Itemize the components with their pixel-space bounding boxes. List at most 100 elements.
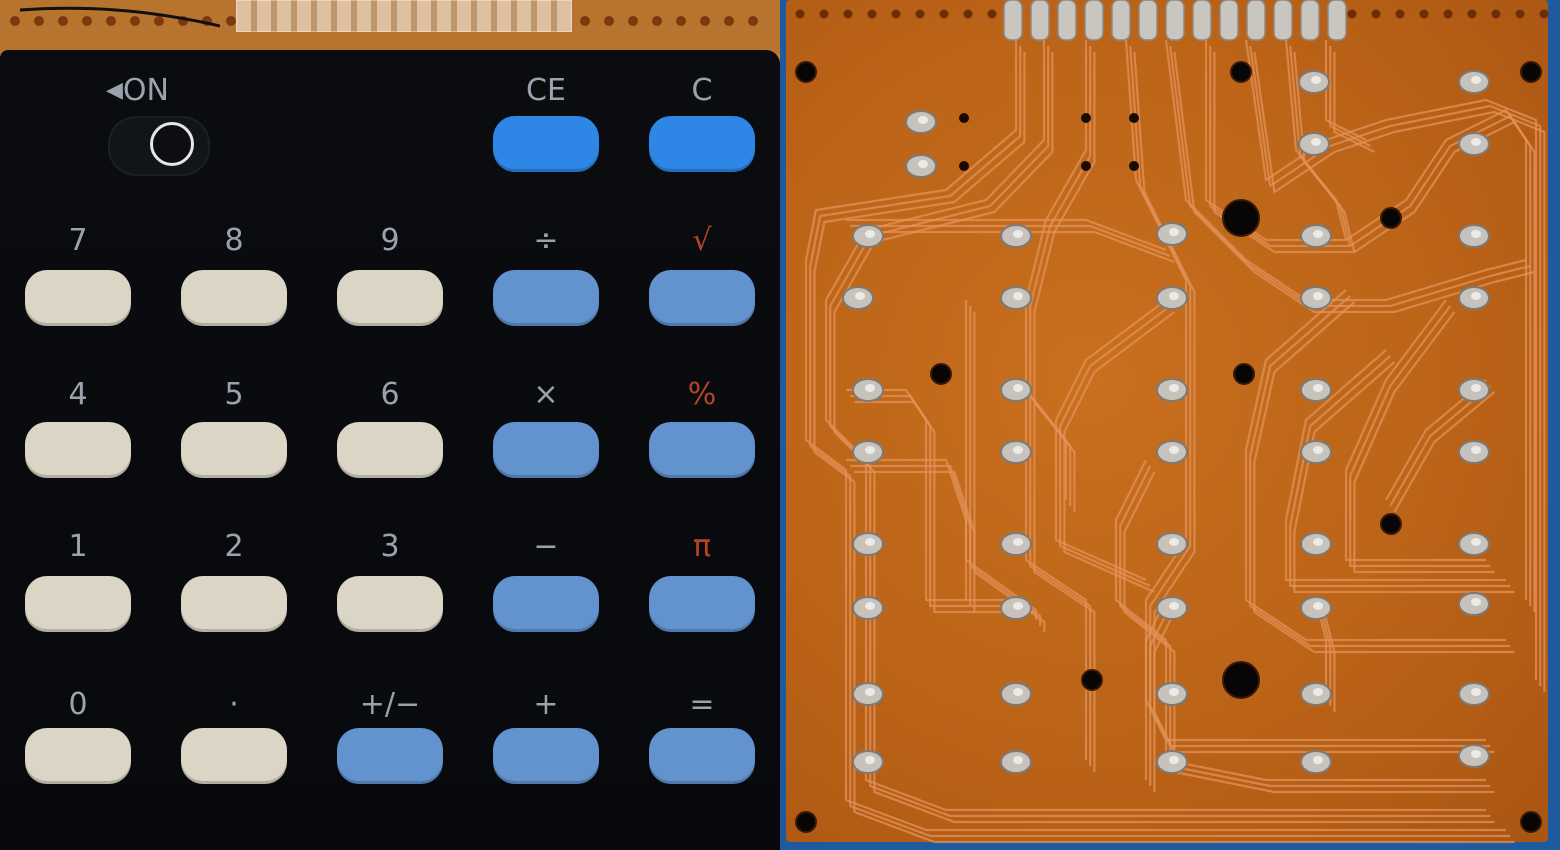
drill-hole <box>1081 669 1103 691</box>
key-label: π <box>692 529 712 564</box>
calculator-key[interactable] <box>649 270 755 326</box>
calculator-key[interactable] <box>649 116 755 172</box>
drill-hole <box>795 811 817 833</box>
power-label: ◀ON <box>106 74 216 108</box>
calculator-key[interactable] <box>337 422 443 478</box>
edge-hole <box>915 9 925 19</box>
edge-hole <box>939 9 949 19</box>
calculator-key[interactable] <box>493 576 599 632</box>
solder-highlight <box>1313 688 1323 696</box>
calculator-key[interactable] <box>25 422 131 478</box>
calculator-key[interactable] <box>493 422 599 478</box>
key-label: 2 <box>224 529 244 564</box>
calculator-key[interactable] <box>25 576 131 632</box>
calculator-key[interactable] <box>337 576 443 632</box>
solder-highlight <box>1311 76 1321 84</box>
drill-hole <box>1380 207 1402 229</box>
solder-highlight <box>1013 384 1023 392</box>
calculator-key[interactable] <box>493 116 599 172</box>
solder-finger <box>1300 0 1320 41</box>
solder-highlight <box>865 446 875 454</box>
calculator-key[interactable] <box>649 576 755 632</box>
calculator-key[interactable] <box>181 576 287 632</box>
solder-highlight <box>1013 602 1023 610</box>
solder-highlight <box>1169 756 1179 764</box>
strip-hole <box>628 16 638 26</box>
copper-trace <box>1244 289 1506 642</box>
calculator-key[interactable] <box>181 728 287 784</box>
solder-highlight <box>1313 446 1323 454</box>
calculator-key[interactable] <box>181 422 287 478</box>
copper-trace <box>1324 40 1367 141</box>
key-label: 1 <box>68 529 88 564</box>
copper-trace <box>850 394 1031 608</box>
circuit-board-photo <box>786 0 1550 850</box>
black-wire <box>20 6 220 28</box>
key-label: +/− <box>359 687 421 722</box>
solder-highlight <box>1169 384 1179 392</box>
solder-highlight <box>1311 138 1321 146</box>
drill-hole <box>1520 61 1542 83</box>
strip-hole <box>700 16 710 26</box>
solder-finger <box>1273 0 1293 41</box>
via-hole <box>1081 161 1091 171</box>
key-label: % <box>687 377 717 412</box>
power-switch-knob[interactable] <box>150 122 194 166</box>
solder-highlight <box>1313 756 1323 764</box>
calculator-key[interactable] <box>337 728 443 784</box>
solder-highlight <box>1013 292 1023 300</box>
solder-highlight <box>865 602 875 610</box>
strip-hole <box>676 16 686 26</box>
power-switch[interactable] <box>108 116 210 176</box>
drill-hole <box>1520 811 1542 833</box>
calculator-key[interactable] <box>493 728 599 784</box>
solder-highlight <box>865 384 875 392</box>
calculator-key[interactable] <box>493 270 599 326</box>
solder-highlight <box>1013 756 1023 764</box>
edge-hole <box>963 9 973 19</box>
solder-highlight <box>855 292 865 300</box>
solder-highlight <box>1313 384 1323 392</box>
solder-highlight <box>865 230 875 238</box>
key-label: ÷ <box>533 223 559 258</box>
key-label: 3 <box>380 529 400 564</box>
edge-hole <box>1395 9 1405 19</box>
solder-highlight <box>1313 292 1323 300</box>
solder-finger <box>1327 0 1347 41</box>
calculator-key[interactable] <box>181 270 287 326</box>
solder-highlight <box>1013 230 1023 238</box>
solder-highlight <box>918 160 928 168</box>
solder-finger <box>1003 0 1023 41</box>
calculator-key[interactable] <box>649 422 755 478</box>
solder-finger <box>1219 0 1239 41</box>
edge-hole <box>843 9 853 19</box>
copper-trace <box>1149 605 1491 748</box>
solder-highlight <box>865 688 875 696</box>
calculator-key[interactable] <box>649 728 755 784</box>
copper-trace <box>854 400 1035 614</box>
key-label: C <box>691 73 713 108</box>
edge-hole <box>987 9 997 19</box>
solder-highlight <box>1013 688 1023 696</box>
calculator-key[interactable] <box>25 728 131 784</box>
key-label: 6 <box>380 377 400 412</box>
key-label: 0 <box>68 687 88 722</box>
solder-highlight <box>1169 292 1179 300</box>
edge-hole <box>795 9 805 19</box>
power-arrow-icon: ◀ <box>106 78 123 103</box>
solder-highlight <box>1471 292 1481 300</box>
calculator-key[interactable] <box>25 270 131 326</box>
via-hole <box>959 113 969 123</box>
solder-highlight <box>1013 446 1023 454</box>
key-label: × <box>533 377 559 412</box>
edge-hole <box>1371 9 1381 19</box>
solder-highlight <box>1169 228 1179 236</box>
solder-highlight <box>1169 538 1179 546</box>
drill-hole <box>1380 513 1402 535</box>
strip-hole <box>226 16 236 26</box>
drill-hole <box>795 61 817 83</box>
key-label: √ <box>692 223 712 258</box>
key-label: 7 <box>68 223 88 258</box>
edge-hole <box>1419 9 1429 19</box>
calculator-key[interactable] <box>337 270 443 326</box>
